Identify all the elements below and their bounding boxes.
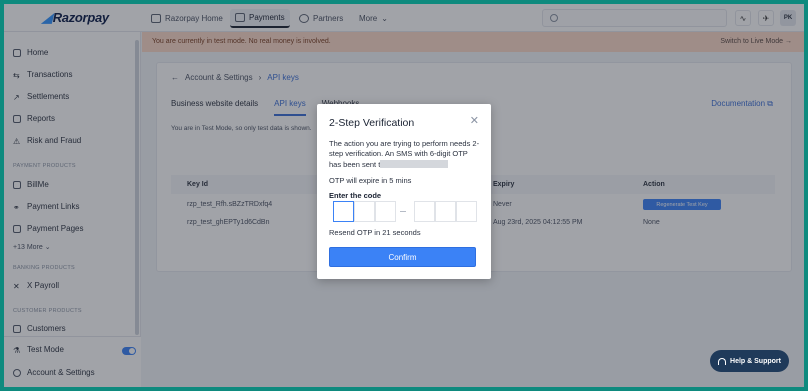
otp-expiry-text: OTP will expire in 5 mins — [329, 176, 412, 185]
otp-digit-1[interactable] — [333, 201, 354, 222]
confirm-button[interactable]: Confirm — [329, 247, 476, 267]
masked-phone-number — [380, 159, 449, 168]
dialog-message: The action you are trying to perform nee… — [329, 139, 480, 169]
otp-digit-6[interactable] — [456, 201, 477, 222]
otp-digit-5[interactable] — [435, 201, 456, 222]
otp-digit-4[interactable] — [414, 201, 435, 222]
resend-otp-countdown: Resend OTP in 21 seconds — [329, 228, 421, 237]
help-support-button[interactable]: Help & Support — [710, 350, 789, 372]
headset-icon — [718, 357, 727, 365]
otp-digit-2[interactable] — [354, 201, 375, 222]
close-icon[interactable]: ✕ — [470, 114, 479, 127]
two-step-verification-dialog: 2-Step Verification ✕ The action you are… — [317, 104, 491, 279]
dialog-title: 2-Step Verification — [329, 117, 415, 129]
enter-code-label: Enter the code — [329, 191, 382, 200]
app-window: ◢Razorpay Razorpay Home Payments Partner… — [4, 4, 804, 387]
otp-digit-3[interactable] — [375, 201, 396, 222]
otp-separator — [400, 211, 406, 212]
